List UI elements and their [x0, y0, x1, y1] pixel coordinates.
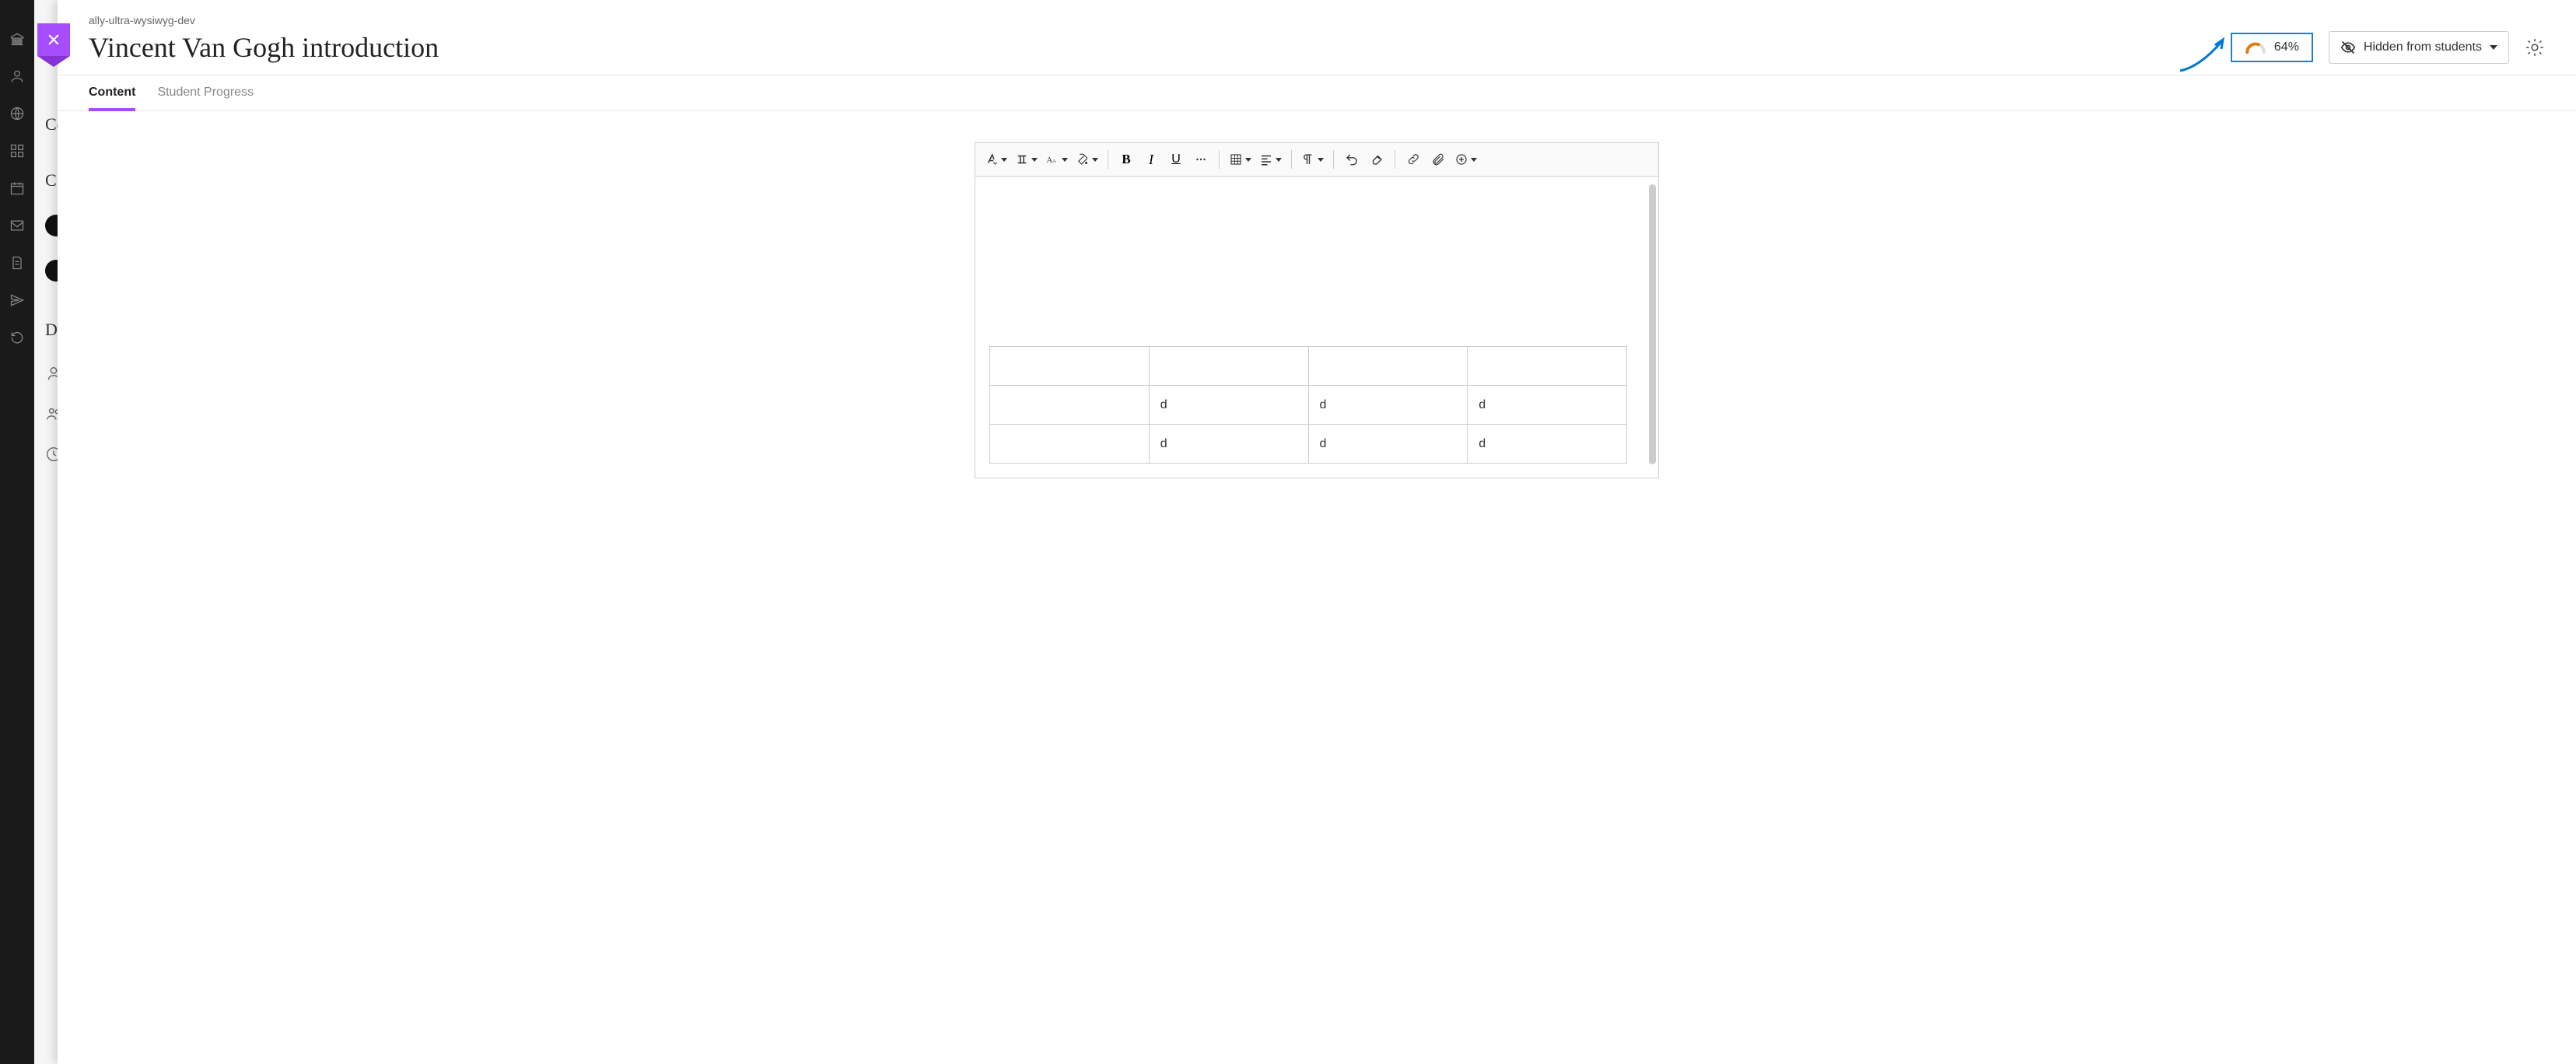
- nav-rail: [0, 0, 34, 1064]
- toolbar-separator: [1219, 150, 1220, 169]
- editor-toolbar: AA B I U: [975, 143, 1658, 177]
- font-family-dropdown[interactable]: [1012, 148, 1041, 171]
- table-cell[interactable]: [1468, 347, 1627, 386]
- table-cell[interactable]: d: [1308, 425, 1468, 464]
- table-cell[interactable]: d: [1468, 386, 1627, 425]
- table-dropdown[interactable]: [1226, 148, 1255, 171]
- content-editor-panel: ally-ultra-wysiwyg-dev Vincent Van Gogh …: [58, 0, 2576, 1064]
- editor-area: AA B I U: [58, 111, 2576, 1064]
- tab-student-progress[interactable]: Student Progress: [157, 75, 254, 110]
- table-row: d d d: [990, 386, 1627, 425]
- settings-button[interactable]: [2525, 37, 2545, 58]
- editor-content[interactable]: d d d d d d: [975, 177, 1658, 478]
- accessibility-score-button[interactable]: 64%: [2231, 33, 2313, 62]
- score-percent: 64%: [2274, 40, 2299, 54]
- tab-content[interactable]: Content: [89, 75, 135, 110]
- table-cell[interactable]: d: [1149, 425, 1308, 464]
- institution-icon[interactable]: [9, 31, 25, 47]
- visibility-dropdown[interactable]: Hidden from students: [2329, 31, 2509, 64]
- editor-scrollbar[interactable]: [1649, 184, 1656, 464]
- more-formatting-button[interactable]: [1189, 148, 1213, 171]
- chevron-down-icon: [2490, 45, 2497, 50]
- document-icon[interactable]: [9, 255, 25, 271]
- toolbar-separator: [1333, 150, 1334, 169]
- table-cell[interactable]: d: [1308, 386, 1468, 425]
- close-panel-button[interactable]: [37, 23, 70, 56]
- insert-dropdown[interactable]: [1451, 148, 1480, 171]
- link-button[interactable]: [1402, 148, 1425, 171]
- table-cell[interactable]: [990, 425, 1150, 464]
- bold-button[interactable]: B: [1115, 148, 1138, 171]
- under-text: C: [45, 170, 57, 191]
- grid-icon[interactable]: [9, 143, 25, 159]
- wysiwyg-editor: AA B I U: [975, 142, 1659, 478]
- breadcrumb[interactable]: ally-ultra-wysiwyg-dev: [89, 14, 2231, 26]
- send-icon[interactable]: [9, 292, 25, 308]
- page-title[interactable]: Vincent Van Gogh introduction: [89, 31, 2231, 64]
- profile-icon[interactable]: [9, 68, 25, 84]
- content-table[interactable]: d d d d d d: [989, 346, 1627, 464]
- hidden-icon: [2340, 40, 2356, 55]
- calendar-icon[interactable]: [9, 180, 25, 196]
- globe-icon[interactable]: [9, 106, 25, 121]
- panel-tabs: Content Student Progress: [58, 75, 2576, 111]
- table-cell[interactable]: [1308, 347, 1468, 386]
- text-style-dropdown[interactable]: [982, 148, 1010, 171]
- font-size-dropdown[interactable]: AA: [1042, 148, 1071, 171]
- clear-format-button[interactable]: [1365, 148, 1388, 171]
- italic-button[interactable]: I: [1139, 148, 1163, 171]
- svg-text:A: A: [1052, 159, 1056, 164]
- mail-icon[interactable]: [9, 218, 25, 233]
- history-icon[interactable]: [9, 330, 25, 345]
- table-cell[interactable]: d: [1468, 425, 1627, 464]
- table-cell[interactable]: [990, 386, 1150, 425]
- panel-header: ally-ultra-wysiwyg-dev Vincent Van Gogh …: [58, 0, 2576, 75]
- table-cell[interactable]: [990, 347, 1150, 386]
- table-row: [990, 347, 1627, 386]
- visibility-label: Hidden from students: [2364, 40, 2482, 54]
- attach-button[interactable]: [1426, 148, 1450, 171]
- paragraph-dropdown[interactable]: [1298, 148, 1327, 171]
- table-row: d d d: [990, 425, 1627, 464]
- gauge-icon: [2245, 40, 2266, 54]
- under-text: D: [45, 320, 58, 340]
- text-color-dropdown[interactable]: [1073, 148, 1101, 171]
- table-cell[interactable]: [1149, 347, 1308, 386]
- undo-button[interactable]: [1340, 148, 1363, 171]
- align-dropdown[interactable]: [1256, 148, 1285, 171]
- toolbar-separator: [1291, 150, 1292, 169]
- underline-button[interactable]: U: [1164, 148, 1188, 171]
- gear-icon: [2525, 37, 2545, 58]
- table-cell[interactable]: d: [1149, 386, 1308, 425]
